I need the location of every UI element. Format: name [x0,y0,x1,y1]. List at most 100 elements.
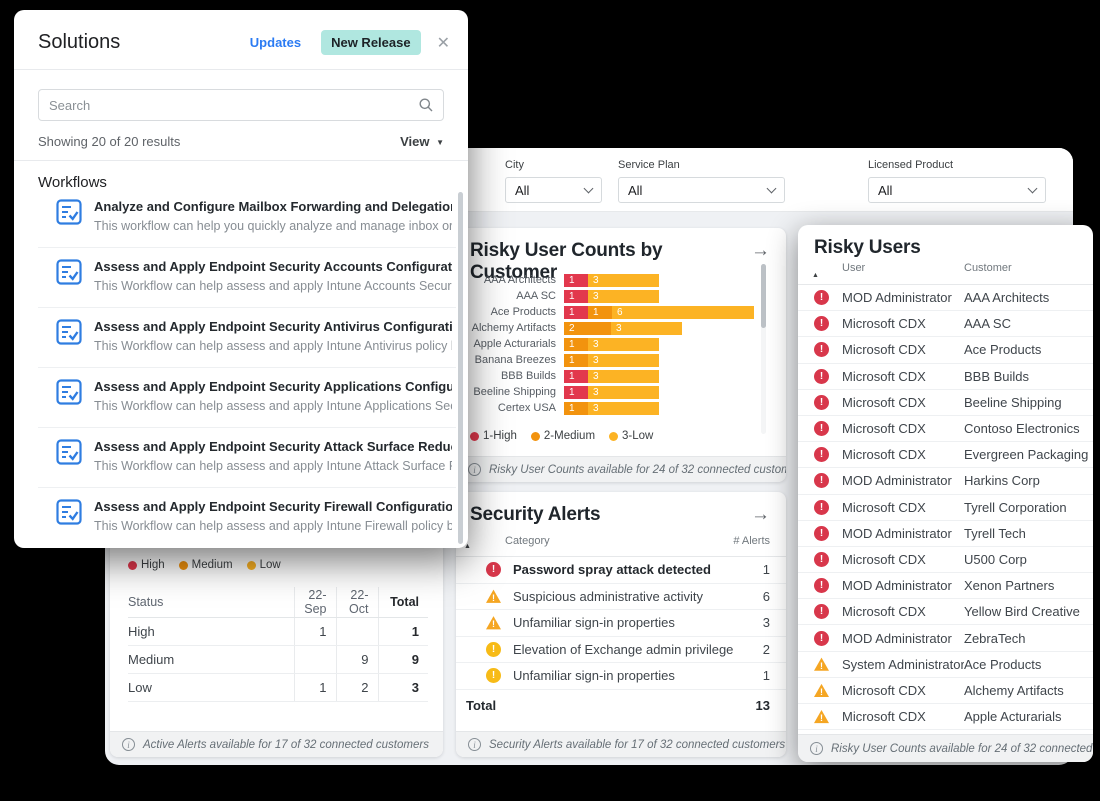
security-alert-row[interactable]: !Unfamiliar sign-in properties1 [456,663,786,690]
risky-user-row[interactable]: !MOD AdministratorXenon Partners [798,573,1093,599]
risky-user-row[interactable]: !Microsoft CDXYellow Bird Creative [798,599,1093,625]
severity-high-icon: ! [814,604,829,619]
filter-select[interactable]: All [505,177,602,203]
chart-category-label: AAA SC [464,290,564,302]
legend-item-3-low[interactable]: 3-Low [609,430,653,442]
security-alert-row[interactable]: !Suspicious administrative activity6 [456,584,786,611]
status-table-cell: 2 [336,673,378,701]
workflow-text: Assess and Apply Endpoint Security Firew… [94,498,452,548]
legend-label: Medium [192,559,233,571]
risky-user-row[interactable]: !MOD AdministratorAAA Architects [798,285,1093,311]
updates-link[interactable]: Updates [250,35,301,50]
legend-item-high[interactable]: High [128,559,165,571]
workflow-item[interactable]: Analyze and Configure Mailbox Forwarding… [38,188,456,248]
chart-category-label: Beeline Shipping [464,386,564,398]
legend-item-low[interactable]: Low [247,559,281,571]
risky-user-name: MOD Administrator [842,473,964,488]
workflow-title: Analyze and Configure Mailbox Forwarding… [94,198,452,215]
workflow-item[interactable]: Assess and Apply Endpoint Security Antiv… [38,308,456,368]
security-alert-row[interactable]: !Password spray attack detected1 [456,557,786,584]
legend-item-1-high[interactable]: 1-High [470,430,517,442]
security-alerts-footer: i Security Alerts available for 17 of 32… [456,731,786,757]
panel-scrollbar[interactable] [458,192,463,544]
sort-ascending-icon[interactable]: ▲ [812,272,819,279]
chart-bar[interactable]: 13 [564,338,659,351]
risky-user-customer: AAA SC [964,316,1093,331]
risky-user-row[interactable]: !Microsoft CDXBeeline Shipping [798,390,1093,416]
workflow-item[interactable]: Assess and Apply Endpoint Security Appli… [38,368,456,428]
close-icon[interactable]: ✕ [437,33,450,53]
risky-user-row[interactable]: !System AdministratorAce Products [798,652,1093,678]
workflow-description: This Workflow can help assess and apply … [94,519,452,533]
open-risky-user-counts-icon[interactable]: → [751,240,770,262]
severity-high-icon: ! [814,290,829,305]
workflow-item[interactable]: Assess and Apply Endpoint Security Firew… [38,488,456,548]
category-column-header[interactable]: Category [505,535,550,547]
bar-segment-1-high: 1 [564,274,588,287]
workflow-title: Assess and Apply Endpoint Security Firew… [94,498,452,515]
risky-user-name: MOD Administrator [842,631,964,646]
severity-high-icon: ! [814,526,829,541]
customer-column-header[interactable]: Customer [964,262,1012,274]
status-table-header[interactable]: 22-Oct [336,587,378,617]
filter-value: All [515,183,529,198]
chart-bar[interactable]: 13 [564,274,659,287]
search-input[interactable] [38,89,444,121]
risky-user-row[interactable]: !Microsoft CDXAce Products [798,337,1093,363]
info-icon: i [122,738,135,751]
risky-user-row[interactable]: !Microsoft CDXU500 Corp [798,547,1093,573]
bar-segment-3-low: 3 [588,274,659,287]
risky-user-row[interactable]: !Microsoft CDXBBB Builds [798,364,1093,390]
bar-segment-3-low: 3 [588,354,659,367]
open-security-alerts-icon[interactable]: → [751,504,770,526]
chart-bar[interactable]: 13 [564,290,659,303]
security-alerts-total-row: Total 13 [466,690,770,720]
risky-users-title: Risky Users [814,237,921,259]
view-dropdown[interactable]: View ▼ [400,134,444,149]
chart-bar[interactable]: 13 [564,354,659,367]
chart-bar[interactable]: 13 [564,386,659,399]
status-table-header[interactable]: 22-Sep [294,587,336,617]
chart-bar[interactable]: 13 [564,370,659,383]
security-alerts-card: Security Alerts → ▲ Category # Alerts !P… [456,492,786,757]
risky-user-name: Microsoft CDX [842,395,964,410]
risky-user-row[interactable]: !Microsoft CDXEvergreen Packaging [798,442,1093,468]
risky-user-row[interactable]: !Microsoft CDXAAA SC [798,311,1093,337]
risky-user-row[interactable]: !Microsoft CDXApple Acturarials [798,704,1093,730]
filter-select[interactable]: All [868,177,1046,203]
chart-scrollbar[interactable] [761,264,766,434]
workflow-item[interactable]: Assess and Apply Endpoint Security Accou… [38,248,456,308]
status-table-header[interactable]: Status [128,587,294,617]
risky-user-row[interactable]: !Microsoft CDXContoso Electronics [798,416,1093,442]
filter-select[interactable]: All [618,177,785,203]
risky-user-row[interactable]: !Microsoft CDXAlchemy Artifacts [798,678,1093,704]
new-release-badge[interactable]: New Release [321,30,421,55]
chart-row: AAA Architects13 [464,272,760,288]
alert-category: Unfamiliar sign-in properties [513,668,734,683]
chart-bar[interactable]: 116 [564,306,754,319]
chart-bar[interactable]: 13 [564,402,659,415]
risky-user-name: MOD Administrator [842,526,964,541]
status-table-header[interactable]: Total [378,587,428,617]
alerts-column-header[interactable]: # Alerts [733,535,770,547]
workflow-text: Assess and Apply Endpoint Security Appli… [94,378,452,427]
security-alert-row[interactable]: !Unfamiliar sign-in properties3 [456,610,786,637]
severity-high-icon: ! [814,316,829,331]
chart-category-label: Certex USA [464,402,564,414]
legend-item-2-medium[interactable]: 2-Medium [531,430,595,442]
chart-row: Alchemy Artifacts23 [464,320,760,336]
risky-user-row[interactable]: !MOD AdministratorHarkins Corp [798,468,1093,494]
filter-value: All [878,183,892,198]
security-alert-row[interactable]: !Elevation of Exchange admin privilege2 [456,637,786,664]
risky-user-row[interactable]: !MOD AdministratorTyrell Tech [798,521,1093,547]
chart-bar[interactable]: 23 [564,322,682,335]
checklist-icon [56,439,82,487]
user-column-header[interactable]: User [842,262,865,274]
workflow-item[interactable]: Assess and Apply Endpoint Security Attac… [38,428,456,488]
chart-scrollbar-thumb[interactable] [761,264,766,328]
risky-user-customer: Evergreen Packaging [964,447,1093,462]
risky-user-row[interactable]: !MOD AdministratorZebraTech [798,625,1093,651]
risky-user-row[interactable]: !Microsoft CDXTyrell Corporation [798,495,1093,521]
legend-item-medium[interactable]: Medium [179,559,233,571]
risky-user-name: Microsoft CDX [842,604,964,619]
